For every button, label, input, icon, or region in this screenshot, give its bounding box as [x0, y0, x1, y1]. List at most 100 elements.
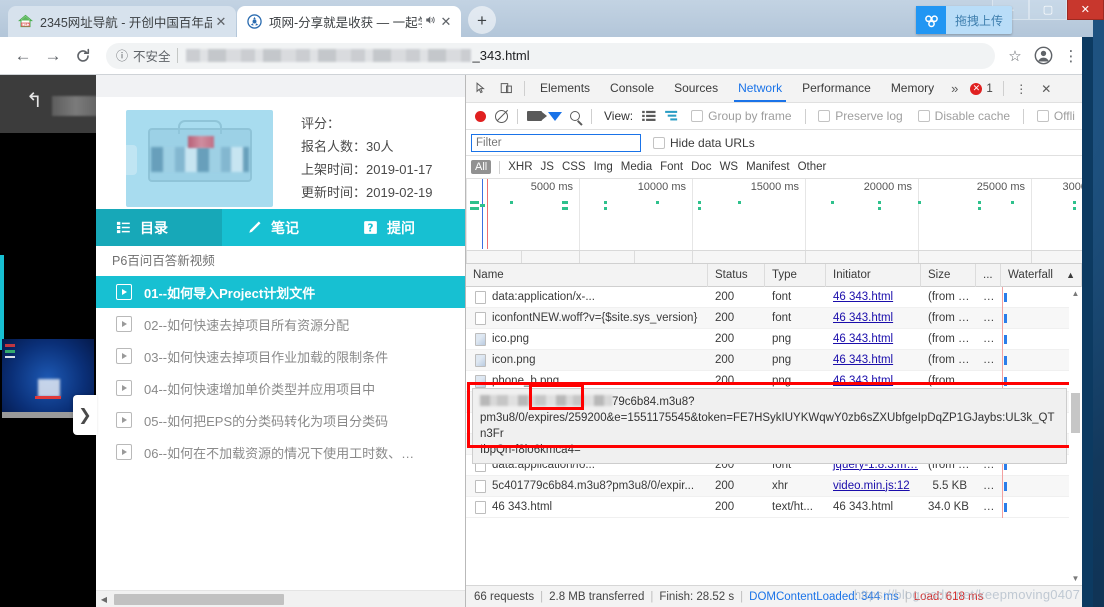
filter-type-other[interactable]: Other: [798, 161, 827, 173]
filter-type-media[interactable]: Media: [621, 161, 652, 173]
scroll-left-icon[interactable]: ◀: [96, 591, 112, 607]
filter-type-img[interactable]: Img: [594, 161, 613, 173]
record-button[interactable]: [471, 103, 491, 129]
filter-type-doc[interactable]: Doc: [691, 161, 711, 173]
hscroll-thumb[interactable]: [114, 594, 284, 605]
tab-notes[interactable]: 笔记: [222, 209, 336, 246]
status-finish: Finish: 28.52 s: [659, 591, 734, 603]
filter-type-font[interactable]: Font: [660, 161, 683, 173]
table-row[interactable]: 46 343.html 200 text/ht... 46 343.html 3…: [466, 497, 1082, 518]
page-back-arrow-icon[interactable]: ↰: [26, 91, 46, 111]
svg-text:2345: 2345: [21, 23, 29, 27]
row-more: …: [976, 350, 1001, 371]
search-icon[interactable]: [566, 103, 586, 129]
play-icon: [116, 380, 132, 396]
column-header-more[interactable]: ...: [976, 264, 1001, 287]
netdisk-drag-upload-tip[interactable]: 拖拽上传: [916, 6, 1012, 34]
requests-table-body[interactable]: data:application/x-... 200 font 46 343.h…: [466, 287, 1082, 585]
reload-button[interactable]: [68, 41, 98, 71]
row-initiator[interactable]: 46 343.html: [826, 350, 921, 371]
profile-avatar-icon[interactable]: [1029, 42, 1057, 70]
filter-type-js[interactable]: JS: [541, 161, 554, 173]
devtools-scroll-thumb[interactable]: [1071, 393, 1080, 433]
table-row[interactable]: ico.png 200 png 46 343.html (from … …: [466, 329, 1082, 350]
devtools-scroll-down-icon[interactable]: ▼: [1069, 572, 1082, 585]
address-bar[interactable]: ⓘ 不安全 _343.html: [106, 43, 995, 69]
devtools-settings-icon[interactable]: ⋮: [1009, 76, 1034, 102]
new-tab-button[interactable]: +: [468, 6, 496, 34]
browser-window: 2345 2345网址导航 - 开创中国百年品 ✕: [0, 0, 1093, 607]
group-by-frame-checkbox[interactable]: Group by frame: [691, 109, 791, 123]
table-row[interactable]: iconfontNEW.woff?v={$site.sys_version} 2…: [466, 308, 1082, 329]
tab-memory[interactable]: Memory: [881, 75, 944, 102]
tab-network[interactable]: Network: [728, 75, 792, 102]
page-info-icon[interactable]: ⓘ: [116, 47, 128, 64]
window-maximize-button[interactable]: ▢: [1029, 0, 1066, 20]
panel-expand-handle[interactable]: ❯: [73, 395, 97, 435]
network-overview-timeline[interactable]: 5000 ms 10000 ms 15000 ms 20000 ms 25000…: [466, 179, 1082, 264]
tab-sources[interactable]: Sources: [664, 75, 728, 102]
filter-type-manifest[interactable]: Manifest: [746, 161, 789, 173]
table-row[interactable]: 5c401779c6b84.m3u8?pm3u8/0/expir... 200 …: [466, 476, 1082, 497]
column-header-name[interactable]: Name: [466, 264, 708, 287]
page-header-redacted: [52, 96, 100, 116]
column-header-initiator[interactable]: Initiator: [826, 264, 921, 287]
tab-catalog[interactable]: 目录: [96, 209, 222, 246]
row-initiator[interactable]: 46 343.html: [826, 329, 921, 350]
tab-close-button-2[interactable]: ✕: [437, 14, 455, 30]
back-button[interactable]: ←: [8, 41, 38, 71]
column-header-size[interactable]: Size: [921, 264, 976, 287]
table-row[interactable]: icon.png 200 png 46 343.html (from … …: [466, 350, 1082, 371]
column-header-waterfall[interactable]: Waterfall ▲: [1001, 264, 1082, 287]
url-visible-tail: _343.html: [473, 48, 530, 63]
devtools-vertical-scrollbar[interactable]: ▲ ▼: [1069, 287, 1082, 585]
tab-performance[interactable]: Performance: [792, 75, 881, 102]
more-tabs-icon[interactable]: »: [944, 81, 965, 96]
tooltip-url-redacted: [480, 395, 612, 406]
requests-table-header: Name Status Type Initiator Size ... Wate…: [466, 264, 1082, 287]
row-initiator[interactable]: 46 343.html: [826, 287, 921, 308]
tab-elements[interactable]: Elements: [530, 75, 600, 102]
toolbar-divider-4: [1023, 109, 1024, 124]
filter-input[interactable]: [471, 134, 641, 152]
waterfall-view-icon[interactable]: [665, 110, 679, 122]
hide-data-urls-checkbox[interactable]: Hide data URLs: [653, 136, 755, 150]
tab-console[interactable]: Console: [600, 75, 664, 102]
table-row[interactable]: data:application/x-... 200 font 46 343.h…: [466, 287, 1082, 308]
column-header-status[interactable]: Status: [708, 264, 765, 287]
browser-tab-1[interactable]: 2345 2345网址导航 - 开创中国百年品 ✕: [8, 6, 236, 37]
forward-button[interactable]: →: [38, 41, 68, 71]
filter-type-all[interactable]: All: [471, 160, 491, 174]
device-toolbar-icon[interactable]: [494, 76, 519, 102]
column-header-type[interactable]: Type: [765, 264, 826, 287]
preserve-log-checkbox[interactable]: Preserve log: [818, 109, 902, 123]
devtools-close-icon[interactable]: ✕: [1034, 76, 1059, 102]
browser-tab-2[interactable]: 项网-分享就是收获 — 一起学 ✕: [237, 6, 461, 37]
network-status-bar: 66 requests | 2.8 MB transferred | Finis…: [466, 585, 1082, 607]
offline-checkbox[interactable]: Offli: [1037, 109, 1075, 123]
funnel-icon[interactable]: [545, 103, 565, 129]
course-thumb-redacted-2: [188, 136, 214, 148]
overview-tick-5000: 5000 ms: [531, 181, 577, 193]
filter-type-xhr[interactable]: XHR: [508, 161, 532, 173]
window-close-button[interactable]: ✕: [1067, 0, 1104, 20]
capture-screenshots-icon[interactable]: [524, 103, 544, 129]
disable-cache-label: Disable cache: [935, 109, 1010, 123]
list-view-icon[interactable]: [642, 110, 656, 122]
tab-questions[interactable]: ? 提问: [336, 209, 415, 246]
tab-audio-indicator-icon[interactable]: [422, 14, 437, 29]
disable-cache-checkbox[interactable]: Disable cache: [918, 109, 1010, 123]
filter-type-css[interactable]: CSS: [562, 161, 586, 173]
row-initiator[interactable]: 46 343.html: [826, 308, 921, 329]
clear-button[interactable]: [492, 103, 512, 129]
inspect-element-icon[interactable]: [469, 76, 494, 102]
devtools-scroll-up-icon[interactable]: ▲: [1069, 287, 1082, 300]
chrome-menu-icon[interactable]: ⋮: [1057, 42, 1085, 70]
error-count-badge[interactable]: ✕ 1: [965, 83, 997, 95]
row-initiator[interactable]: video.min.js:12: [826, 476, 921, 497]
filter-type-ws[interactable]: WS: [720, 161, 739, 173]
waterfall-label: Waterfall: [1008, 264, 1053, 287]
course-thumbnail-image[interactable]: [126, 110, 273, 207]
tab-close-button-1[interactable]: ✕: [212, 14, 230, 30]
bookmark-star-icon[interactable]: ☆: [1001, 42, 1029, 70]
